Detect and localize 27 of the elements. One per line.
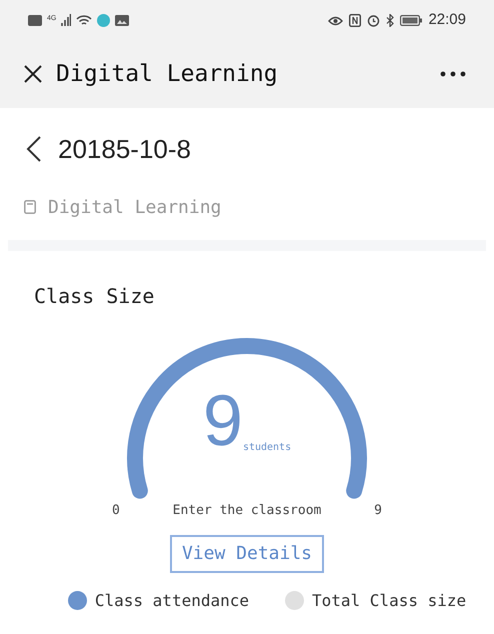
- alarm-icon: [367, 14, 380, 26]
- gauge-caption: Enter the classroom: [172, 502, 322, 520]
- close-button[interactable]: [22, 63, 44, 85]
- image-icon: [115, 14, 130, 26]
- wifi-icon: [76, 14, 92, 26]
- header-title: Digital Learning: [56, 60, 278, 89]
- legend-label: Total Class size: [312, 590, 466, 612]
- eye-icon: [328, 14, 344, 26]
- bluetooth-icon: [386, 14, 394, 26]
- course-name: Digital Learning: [48, 196, 222, 220]
- legend-label: Class attendance: [94, 590, 249, 612]
- back-button[interactable]: [26, 136, 42, 162]
- globe-icon: [97, 14, 110, 26]
- card-title: Class Size: [34, 284, 154, 308]
- gauge-unit: students: [242, 441, 292, 455]
- hd-icon: [28, 14, 42, 26]
- gauge-min: 0: [112, 502, 120, 520]
- date-title: 20185-10-8: [58, 132, 191, 166]
- nfc-icon: [349, 14, 362, 26]
- gauge-value: 9: [202, 385, 243, 457]
- clock-time: 22:09: [428, 10, 466, 30]
- signal-icon: [61, 14, 72, 26]
- book-icon: [24, 200, 36, 214]
- gauge-max: 9: [374, 502, 382, 520]
- view-details-button[interactable]: View Details: [170, 534, 324, 572]
- more-button[interactable]: [440, 69, 466, 79]
- battery-icon: [400, 14, 422, 26]
